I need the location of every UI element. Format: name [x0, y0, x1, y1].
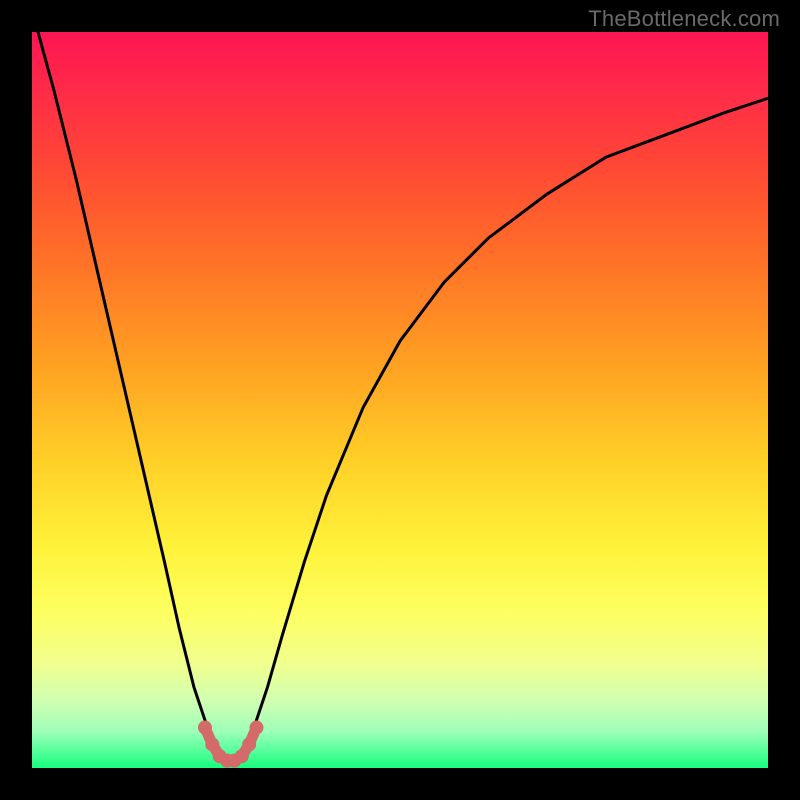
- watermark-text: TheBottleneck.com: [588, 6, 780, 32]
- curve-left: [32, 10, 223, 761]
- curve-right: [238, 98, 768, 760]
- chart-frame: TheBottleneck.com: [0, 0, 800, 800]
- valley-marker-dot: [242, 737, 256, 751]
- valley-marker-dot: [205, 737, 219, 751]
- valley-marker-dot: [249, 721, 263, 735]
- valley-marker: [198, 721, 264, 768]
- valley-marker-dot: [198, 721, 212, 735]
- line-left-branch: [32, 10, 223, 761]
- plot-area: [32, 32, 768, 768]
- valley-marker-dot: [235, 749, 249, 763]
- chart-svg: [32, 32, 768, 768]
- line-right-branch: [238, 98, 768, 760]
